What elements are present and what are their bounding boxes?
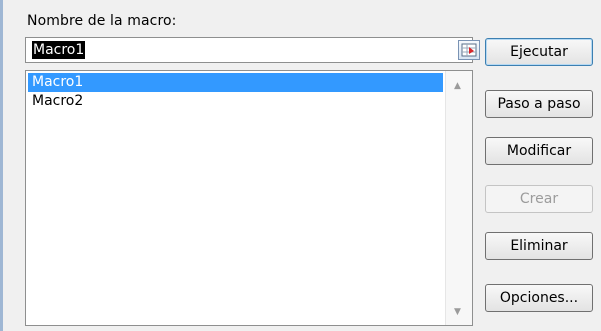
run-button[interactable]: Ejecutar <box>485 38 593 66</box>
macro-list[interactable]: Macro1 Macro2 ▲ ▼ <box>25 70 473 326</box>
scroll-up-arrow-icon[interactable]: ▲ <box>454 81 461 91</box>
macro-dialog: Nombre de la macro: Macro1 Macro1 Macro2… <box>0 0 601 331</box>
list-item[interactable]: Macro1 <box>28 73 443 92</box>
edit-button[interactable]: Modificar <box>485 137 593 165</box>
create-button[interactable]: Crear <box>485 185 593 213</box>
macro-name-input[interactable]: Macro1 <box>25 37 480 63</box>
list-item[interactable]: Macro2 <box>28 92 443 111</box>
scroll-down-arrow-icon[interactable]: ▼ <box>454 307 461 317</box>
delete-button[interactable]: Eliminar <box>485 232 593 260</box>
step-into-button[interactable]: Paso a paso <box>485 90 593 118</box>
range-select-icon[interactable] <box>458 40 480 60</box>
macro-name-label: Nombre de la macro: <box>27 13 177 29</box>
options-button[interactable]: Opciones... <box>485 284 593 312</box>
list-scrollbar[interactable]: ▲ ▼ <box>445 71 472 325</box>
macro-name-value[interactable]: Macro1 <box>32 41 86 59</box>
